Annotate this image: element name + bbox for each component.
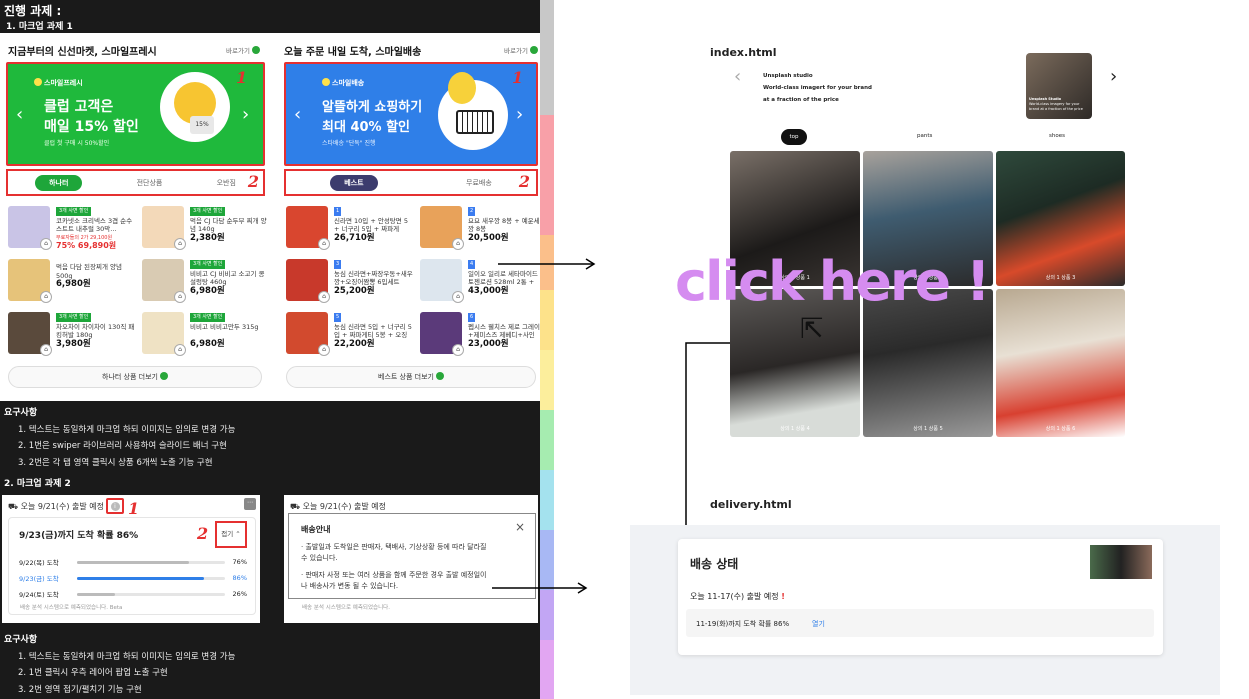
slider-next-icon[interactable]: › (1110, 66, 1117, 87)
grid-caption: 상의 1 상품 5 (913, 426, 943, 432)
pointer-cursor-icon: ⇱ (800, 312, 824, 345)
grid-caption: 상의 1 상품 6 (1045, 426, 1076, 432)
expand-toggle[interactable]: 열기 (812, 619, 825, 629)
slide-thumbnail: Unsplash Studio World-class imagery for y… (1026, 53, 1092, 119)
click-here-annotation: click here ! (675, 250, 990, 313)
index-html-label: index.html (710, 46, 777, 59)
slide-line: at a fraction of the price (763, 97, 839, 103)
delivery-depart: 오늘 11-17(수) 출발 예정 ! (690, 592, 785, 601)
slide-text: Unsplash studio World-class imagert for … (763, 70, 883, 106)
product-grid-image[interactable]: 상의 1 상품 6 (996, 289, 1125, 437)
tab-top[interactable]: top (781, 129, 807, 145)
tab-pants[interactable]: pants (917, 133, 932, 139)
delivery-probability: 11-19(화)까지 도착 확률 86% (696, 620, 790, 628)
slider-prev-icon[interactable]: ‹ (734, 66, 741, 87)
delivery-product-images (1090, 545, 1152, 579)
delivery-status-card: 배송 상태 오늘 11-17(수) 출발 예정 ! 11-19(화)까지 도착 … (678, 539, 1163, 655)
delivery-probability-box: 11-19(화)까지 도착 확률 86% 열기 (686, 609, 1154, 637)
delivery-html-label: delivery.html (710, 498, 792, 511)
tab-shoes[interactable]: shoes (1049, 133, 1065, 139)
grid-caption: 상의 1 상품 4 (780, 426, 810, 432)
delivery-preview: 배송 상태 오늘 11-17(수) 출발 예정 ! 11-19(화)까지 도착 … (630, 525, 1220, 695)
slide-line: World-class imagert for your brand (763, 85, 872, 91)
alert-icon: ! (781, 592, 785, 601)
slide-line: Unsplash studio (763, 73, 813, 79)
product-grid-image[interactable]: 상의 1 상품 3 (996, 151, 1125, 286)
delivery-title: 배송 상태 (690, 557, 739, 571)
grid-caption: 상의 1 상품 3 (1045, 275, 1076, 281)
